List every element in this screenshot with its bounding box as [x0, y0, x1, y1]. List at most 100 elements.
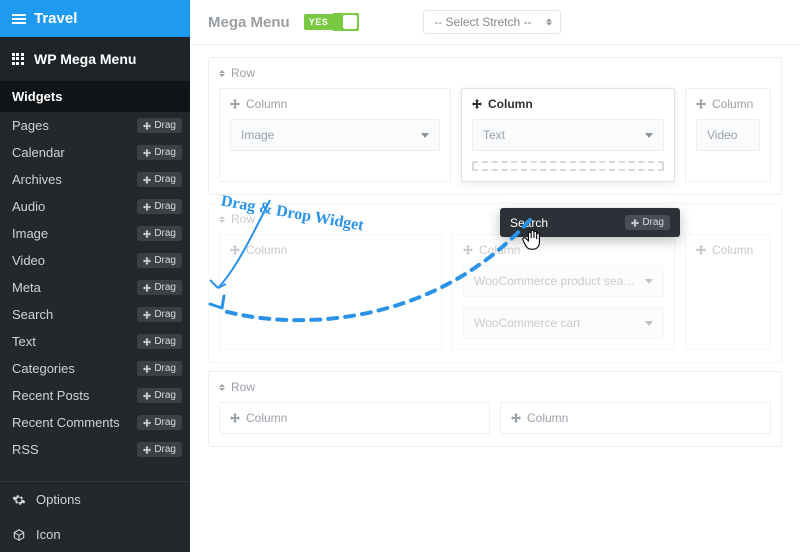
column-handle[interactable]: Column	[462, 89, 674, 119]
sidebar-bottom: Options Icon	[0, 481, 190, 552]
widget-label: RSS	[12, 442, 39, 457]
brand-title: Travel	[34, 10, 77, 27]
widget-list-item[interactable]: Meta Drag	[0, 274, 190, 301]
builder-column: Column	[685, 234, 771, 350]
sidebar-item-icon[interactable]: Icon	[0, 517, 190, 552]
widget-list-item[interactable]: AudioDrag	[0, 193, 190, 220]
menu-icon	[12, 12, 26, 26]
widget-slot[interactable]: WooCommerce product sea…	[463, 265, 664, 297]
column-handle[interactable]: Column	[220, 89, 450, 119]
widget-slot[interactable]: Image	[230, 119, 440, 151]
builder-column: Column	[219, 234, 442, 350]
drag-handle[interactable]: Drag	[137, 118, 182, 133]
move-icon	[696, 245, 706, 255]
widget-slot[interactable]: Video	[696, 119, 760, 151]
column-label: Column	[712, 243, 753, 257]
move-icon	[463, 245, 473, 255]
row-label: Row	[231, 212, 255, 226]
builder-column: Column	[219, 402, 490, 434]
column-handle[interactable]: Column	[686, 235, 770, 265]
mega-menu-toggle[interactable]: YES	[304, 13, 360, 31]
widget-label: Search	[12, 307, 53, 322]
drag-handle[interactable]: Drag	[137, 361, 182, 376]
sort-icon	[219, 384, 225, 391]
select-arrows-icon	[546, 19, 552, 26]
sidebar-item-options[interactable]: Options	[0, 482, 190, 517]
builder-row: Row Column Image Column	[208, 57, 782, 195]
widget-list-item[interactable]: Archives Drag	[0, 166, 190, 193]
column-label: Column	[246, 97, 287, 111]
options-label: Options	[36, 492, 81, 507]
move-icon	[230, 245, 240, 255]
drag-handle[interactable]: Drag	[137, 280, 182, 295]
column-handle[interactable]: Column	[501, 403, 770, 433]
column-handle[interactable]: Column	[220, 403, 489, 433]
widget-label: Video	[12, 253, 45, 268]
widget-label: Meta	[12, 280, 41, 295]
column-label: Column	[527, 411, 568, 425]
builder-column: Column WooCommerce product sea… WooComme…	[452, 234, 675, 350]
widget-list-item[interactable]: PagesDrag	[0, 112, 190, 139]
row-handle[interactable]: Row	[209, 58, 781, 88]
topbar: Mega Menu YES -- Select Stretch --	[190, 0, 800, 45]
drag-handle[interactable]: Drag	[137, 307, 182, 322]
move-icon	[143, 176, 151, 184]
widget-slot[interactable]: WooCommerce cart	[463, 307, 664, 339]
drag-ghost-pill: Drag	[625, 215, 670, 230]
drag-handle[interactable]: Drag	[137, 226, 182, 241]
drop-zone[interactable]	[472, 161, 664, 171]
row-handle[interactable]: Row	[209, 204, 781, 234]
builder-column: Column	[500, 402, 771, 434]
sort-icon	[219, 70, 225, 77]
widget-list-item[interactable]: TextDrag	[0, 328, 190, 355]
cube-icon	[12, 528, 26, 542]
column-label: Column	[246, 411, 287, 425]
column-label: Column	[488, 97, 533, 111]
column-handle[interactable]: Column	[453, 235, 674, 265]
move-icon	[143, 149, 151, 157]
drag-handle[interactable]: Drag	[137, 172, 182, 187]
widget-slot[interactable]: Text	[472, 119, 664, 151]
icon-label: Icon	[36, 527, 61, 542]
builder-column: Column Image	[219, 88, 451, 182]
column-handle[interactable]: Column	[220, 235, 441, 265]
drag-handle[interactable]: Drag	[137, 253, 182, 268]
column-handle[interactable]: Column	[686, 89, 770, 119]
main: Mega Menu YES -- Select Stretch -- Row	[190, 0, 800, 552]
move-icon	[696, 99, 706, 109]
widget-label: Archives	[12, 172, 62, 187]
widget-label: Calendar	[12, 145, 65, 160]
move-icon	[143, 284, 151, 292]
widget-label: Image	[12, 226, 48, 241]
grid-icon	[12, 53, 24, 65]
widget-label: Recent Comments	[12, 415, 120, 430]
stretch-select[interactable]: -- Select Stretch --	[423, 10, 560, 34]
drag-handle[interactable]: Drag	[137, 388, 182, 403]
drag-handle[interactable]: Drag	[137, 334, 182, 349]
move-icon	[511, 413, 521, 423]
toggle-track	[333, 13, 359, 31]
widget-list-item[interactable]: Categories Drag	[0, 355, 190, 382]
brand-bar[interactable]: Travel	[0, 0, 190, 37]
drag-handle[interactable]: Drag	[137, 145, 182, 160]
move-icon	[143, 338, 151, 346]
sidebar: Travel WP Mega Menu Widgets PagesDragCal…	[0, 0, 190, 552]
drag-handle[interactable]: Drag	[137, 199, 182, 214]
drag-handle[interactable]: Drag	[137, 442, 182, 457]
move-icon	[143, 365, 151, 373]
row-label: Row	[231, 380, 255, 394]
row-handle[interactable]: Row	[209, 372, 781, 402]
sidebar-tab-wp-mega-menu[interactable]: WP Mega Menu	[0, 37, 190, 81]
widget-list-item[interactable]: Calendar Drag	[0, 139, 190, 166]
widget-list-item[interactable]: Video Drag	[0, 247, 190, 274]
builder-column: Column Video	[685, 88, 771, 182]
drag-handle[interactable]: Drag	[137, 415, 182, 430]
widget-list-item[interactable]: Recent Comments Drag	[0, 409, 190, 436]
widget-label: Categories	[12, 361, 75, 376]
move-icon	[143, 419, 151, 427]
widget-list-item[interactable]: Image Drag	[0, 220, 190, 247]
widget-list-item[interactable]: Search Drag	[0, 301, 190, 328]
widget-list-item[interactable]: Recent PostsDrag	[0, 382, 190, 409]
move-icon	[143, 230, 151, 238]
widget-list-item[interactable]: RSS Drag	[0, 436, 190, 463]
